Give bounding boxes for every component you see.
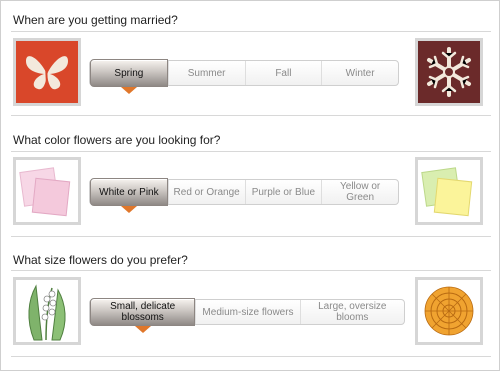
- lily-of-the-valley-icon: [13, 277, 81, 345]
- divider: [11, 31, 491, 32]
- option-purple-or-blue[interactable]: Purple or Blue: [244, 180, 322, 204]
- season-selector: Spring Summer Fall Winter: [89, 59, 399, 94]
- divider: [11, 151, 491, 152]
- divider: [11, 115, 491, 116]
- option-medium-size[interactable]: Medium-size flowers: [195, 300, 299, 324]
- wedding-flower-quiz: When are you getting married? Spring Sum…: [0, 0, 500, 371]
- size-selector: Small, delicate blossoms Medium-size flo…: [89, 298, 405, 333]
- pink-swatches-icon: [13, 157, 81, 225]
- question-title-color: What color flowers are you looking for?: [13, 133, 221, 147]
- divider: [11, 236, 491, 237]
- option-white-or-pink[interactable]: White or Pink: [90, 178, 168, 213]
- option-large-oversize[interactable]: Large, oversize blooms: [299, 300, 404, 324]
- butterfly-icon: [13, 38, 81, 106]
- snowflake-icon: [415, 38, 483, 106]
- question-title-season: When are you getting married?: [13, 13, 178, 27]
- option-winter[interactable]: Winter: [321, 61, 398, 85]
- option-yellow-or-green[interactable]: Yellow or Green: [321, 180, 398, 204]
- divider: [11, 270, 491, 271]
- yellow-green-swatches-icon: [415, 157, 483, 225]
- option-summer[interactable]: Summer: [167, 61, 245, 85]
- option-fall[interactable]: Fall: [244, 61, 322, 85]
- dahlia-icon: [415, 277, 483, 345]
- color-selector: White or Pink Red or Orange Purple or Bl…: [89, 178, 399, 213]
- option-small-delicate[interactable]: Small, delicate blossoms: [90, 298, 196, 333]
- divider: [11, 356, 491, 357]
- question-title-size: What size flowers do you prefer?: [13, 253, 188, 267]
- option-spring[interactable]: Spring: [90, 59, 168, 94]
- option-red-or-orange[interactable]: Red or Orange: [167, 180, 245, 204]
